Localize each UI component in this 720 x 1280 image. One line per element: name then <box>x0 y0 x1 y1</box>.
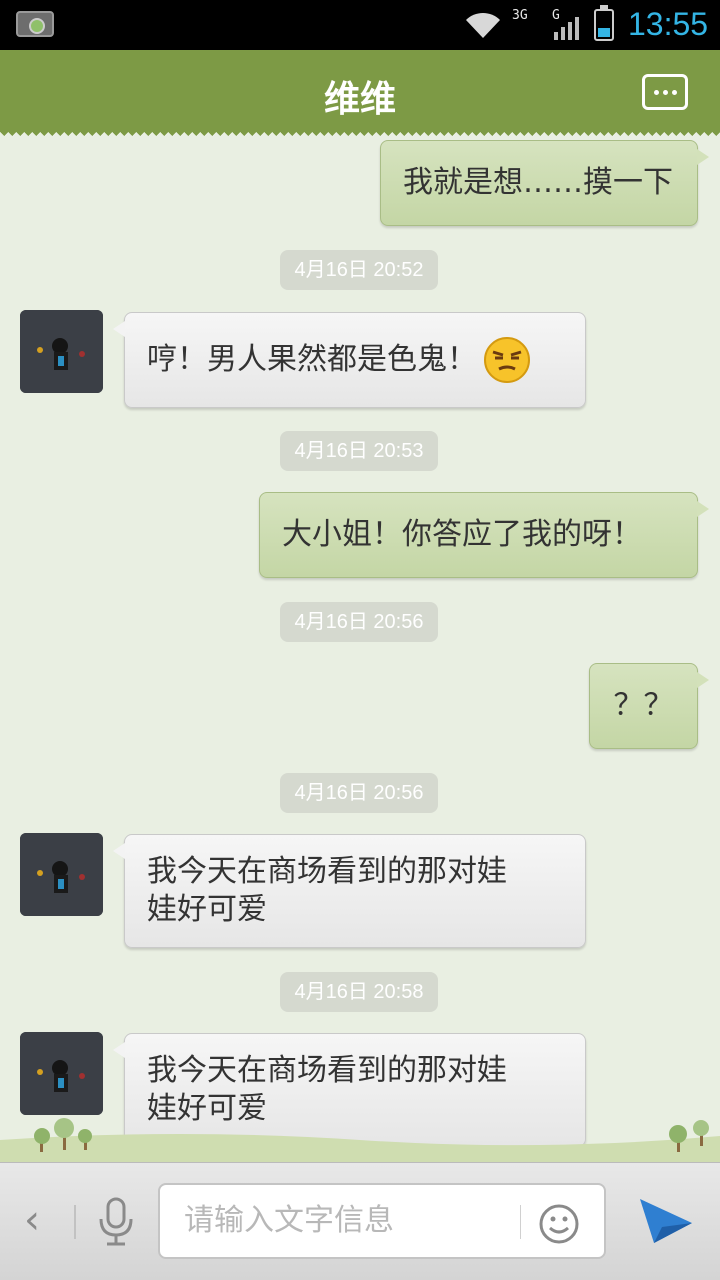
message-text-line: 我今天在商场看到的那对娃 <box>147 854 507 889</box>
avatar-image <box>20 310 103 393</box>
message-bubble-received[interactable]: 我今天在商场看到的那对娃 娃好可爱 <box>113 834 586 948</box>
page-title: 维维 <box>323 79 396 120</box>
message-text-line: 娃好可爱 <box>147 892 267 927</box>
message-text: 哼！男人果然都是色鬼！ <box>147 342 477 377</box>
divider <box>74 1205 76 1239</box>
status-bar: 3G G 13:55 <box>0 0 720 50</box>
clock: 13:55 <box>628 6 709 42</box>
timestamp-badge: 4月16日 20:56 <box>280 602 438 642</box>
header: 维维 <box>0 50 720 140</box>
avatar[interactable] <box>20 833 103 916</box>
message-bubble-sent[interactable]: 我就是想……摸一下 <box>380 140 709 226</box>
wifi-icon <box>466 12 500 38</box>
more-dots-icon <box>653 89 659 95</box>
message-text: 我就是想……摸一下 <box>403 165 673 200</box>
network-type-label: 3G <box>512 8 528 23</box>
chat-area[interactable]: 我就是想……摸一下 4月16日 20:52 哼！男人果然都是色鬼！ 4月16日 … <box>0 132 720 1162</box>
microphone-icon[interactable] <box>96 1197 136 1247</box>
message-bubble-received[interactable]: 哼！男人果然都是色鬼！ <box>113 312 586 408</box>
timestamp-badge: 4月16日 20:58 <box>280 972 438 1012</box>
camera-icon <box>16 11 54 37</box>
more-dot <box>671 89 677 95</box>
message-text-line: 我今天在商场看到的那对娃 <box>147 1053 507 1088</box>
send-icon[interactable] <box>638 1193 694 1249</box>
timestamp-badge: 4月16日 20:53 <box>280 431 438 471</box>
signal-icon <box>554 17 579 40</box>
input-bar: ‹ 请输入文字信息 <box>0 1162 720 1280</box>
more-button[interactable] <box>642 74 688 110</box>
timestamp-badge: 4月16日 20:52 <box>280 250 438 290</box>
avatar[interactable] <box>20 1032 103 1115</box>
avatar[interactable] <box>20 310 103 393</box>
message-bubble-sent[interactable]: 大小姐！你答应了我的呀！ <box>259 492 709 578</box>
smiley-icon[interactable] <box>538 1203 580 1245</box>
battery-icon <box>594 5 614 41</box>
smirk-emoji-icon <box>484 337 530 383</box>
ground-decoration <box>0 1118 720 1162</box>
back-chevron-icon[interactable]: ‹ <box>24 1197 40 1243</box>
input-divider <box>520 1205 521 1239</box>
message-text: 大小姐！你答应了我的呀！ <box>282 517 642 552</box>
timestamp-badge: 4月16日 20:56 <box>280 773 438 813</box>
message-text: ？？ <box>613 688 674 723</box>
avatar-image <box>20 833 103 916</box>
message-bubble-sent[interactable]: ？？ <box>589 663 709 749</box>
more-dot <box>662 89 668 95</box>
avatar-image <box>20 1032 103 1115</box>
